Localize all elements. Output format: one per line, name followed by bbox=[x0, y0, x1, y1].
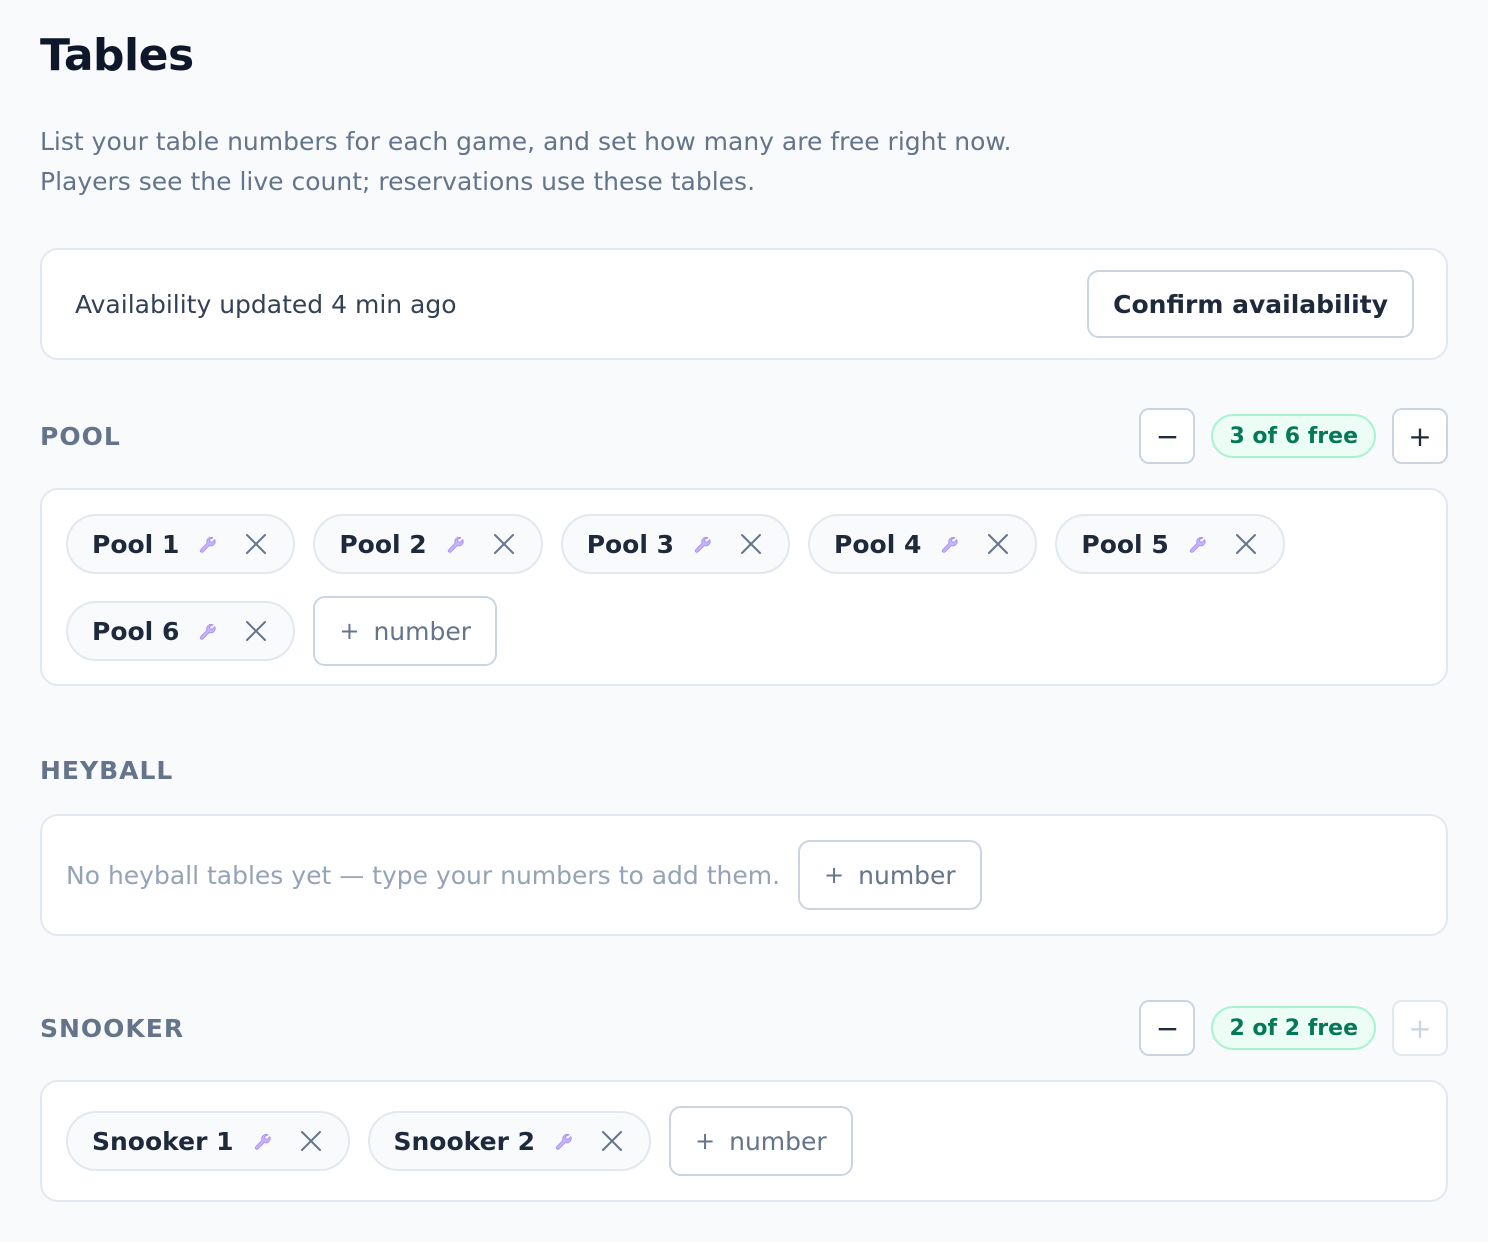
wrench-icon[interactable] bbox=[551, 1126, 581, 1156]
pool-section-label: POOL bbox=[40, 421, 121, 451]
snooker-decrement-button[interactable]: − bbox=[1139, 1000, 1196, 1056]
wrench-icon[interactable] bbox=[1185, 529, 1215, 559]
pool-section-header: POOL − 3 of 6 free + bbox=[40, 408, 1448, 464]
plus-icon: + bbox=[824, 861, 845, 889]
table-chip-label: Pool 4 bbox=[834, 529, 922, 559]
snooker-section-header: SNOOKER − 2 of 2 free + bbox=[40, 1000, 1448, 1056]
close-icon[interactable] bbox=[1231, 529, 1261, 559]
intro-text: List your table numbers for each game, a… bbox=[40, 122, 1011, 202]
close-icon[interactable] bbox=[241, 529, 271, 559]
wrench-icon[interactable] bbox=[937, 529, 967, 559]
pool-decrement-button[interactable]: − bbox=[1139, 408, 1196, 464]
availability-status-text: Availability updated 4 min ago bbox=[75, 289, 457, 319]
table-chip-label: Pool 6 bbox=[92, 616, 180, 646]
close-icon[interactable] bbox=[489, 529, 519, 559]
intro-line-1: List your table numbers for each game, a… bbox=[40, 127, 1012, 156]
availability-status-card: Availability updated 4 min ago Confirm a… bbox=[40, 248, 1448, 360]
wrench-icon[interactable] bbox=[195, 529, 225, 559]
pool-add-number-button[interactable]: + number bbox=[313, 596, 498, 666]
close-icon[interactable] bbox=[296, 1126, 326, 1156]
add-number-label: number bbox=[729, 1126, 827, 1156]
heyball-add-number-button[interactable]: + number bbox=[798, 840, 982, 910]
table-chip-label: Pool 5 bbox=[1081, 529, 1169, 559]
pool-free-badge: 3 of 6 free bbox=[1211, 414, 1376, 458]
add-number-label: number bbox=[373, 616, 472, 646]
tables-page: Tables List your table numbers for each … bbox=[0, 0, 1488, 1242]
table-chip-label: Pool 1 bbox=[92, 529, 180, 559]
heyball-chip-list: No heyball tables yet — type your number… bbox=[42, 816, 1446, 934]
table-chip[interactable]: Snooker 1 bbox=[66, 1111, 350, 1171]
plus-icon: + bbox=[339, 617, 360, 645]
wrench-icon[interactable] bbox=[443, 529, 473, 559]
heyball-section-label: HEYBALL bbox=[40, 755, 174, 785]
pool-availability-counter: − 3 of 6 free + bbox=[1139, 408, 1448, 464]
snooker-add-number-button[interactable]: + number bbox=[669, 1106, 853, 1176]
table-chip[interactable]: Pool 3 bbox=[560, 514, 791, 574]
table-chip-label: Pool 3 bbox=[586, 529, 675, 559]
pool-tables-card: Pool 1 Pool 2 Pool 3 Pool 4 Pool 5 Pool 6 + n… bbox=[40, 488, 1448, 686]
plus-icon: + bbox=[695, 1127, 716, 1155]
wrench-icon[interactable] bbox=[250, 1126, 280, 1156]
intro-line-2: Players see the live count; reservations… bbox=[40, 167, 756, 196]
pool-increment-button[interactable]: + bbox=[1392, 408, 1448, 464]
close-icon[interactable] bbox=[597, 1126, 627, 1156]
table-chip-label: Pool 2 bbox=[339, 529, 427, 559]
close-icon[interactable] bbox=[983, 529, 1013, 559]
table-chip[interactable]: Pool 4 bbox=[808, 514, 1038, 574]
snooker-increment-button[interactable]: + bbox=[1392, 1000, 1448, 1056]
wrench-icon[interactable] bbox=[195, 616, 225, 646]
table-chip[interactable]: Pool 2 bbox=[313, 514, 543, 574]
table-chip[interactable]: Pool 6 bbox=[66, 601, 296, 661]
table-chip-label: Snooker 1 bbox=[92, 1126, 234, 1156]
close-icon[interactable] bbox=[241, 616, 271, 646]
table-chip[interactable]: Snooker 2 bbox=[367, 1111, 651, 1171]
snooker-chip-list: Snooker 1 Snooker 2 + number bbox=[42, 1082, 1446, 1200]
snooker-availability-counter: − 2 of 2 free + bbox=[1139, 1000, 1448, 1056]
add-number-label: number bbox=[858, 860, 956, 890]
heyball-tables-card: No heyball tables yet — type your number… bbox=[40, 814, 1448, 936]
table-chip[interactable]: Pool 1 bbox=[66, 514, 296, 574]
confirm-availability-button[interactable]: Confirm availability bbox=[1087, 270, 1414, 338]
table-chip[interactable]: Pool 5 bbox=[1055, 514, 1285, 574]
snooker-tables-card: Snooker 1 Snooker 2 + number bbox=[40, 1080, 1448, 1202]
page-title: Tables bbox=[40, 30, 194, 81]
wrench-icon[interactable] bbox=[690, 529, 720, 559]
table-chip-label: Snooker 2 bbox=[393, 1126, 536, 1156]
heyball-empty-message: No heyball tables yet — type your number… bbox=[66, 860, 781, 890]
close-icon[interactable] bbox=[736, 529, 766, 559]
pool-chip-list: Pool 1 Pool 2 Pool 3 Pool 4 Pool 5 Pool 6 + n… bbox=[42, 490, 1446, 690]
heyball-section-header: HEYBALL bbox=[40, 742, 1448, 798]
snooker-free-badge: 2 of 2 free bbox=[1211, 1006, 1376, 1050]
snooker-section-label: SNOOKER bbox=[40, 1013, 185, 1043]
